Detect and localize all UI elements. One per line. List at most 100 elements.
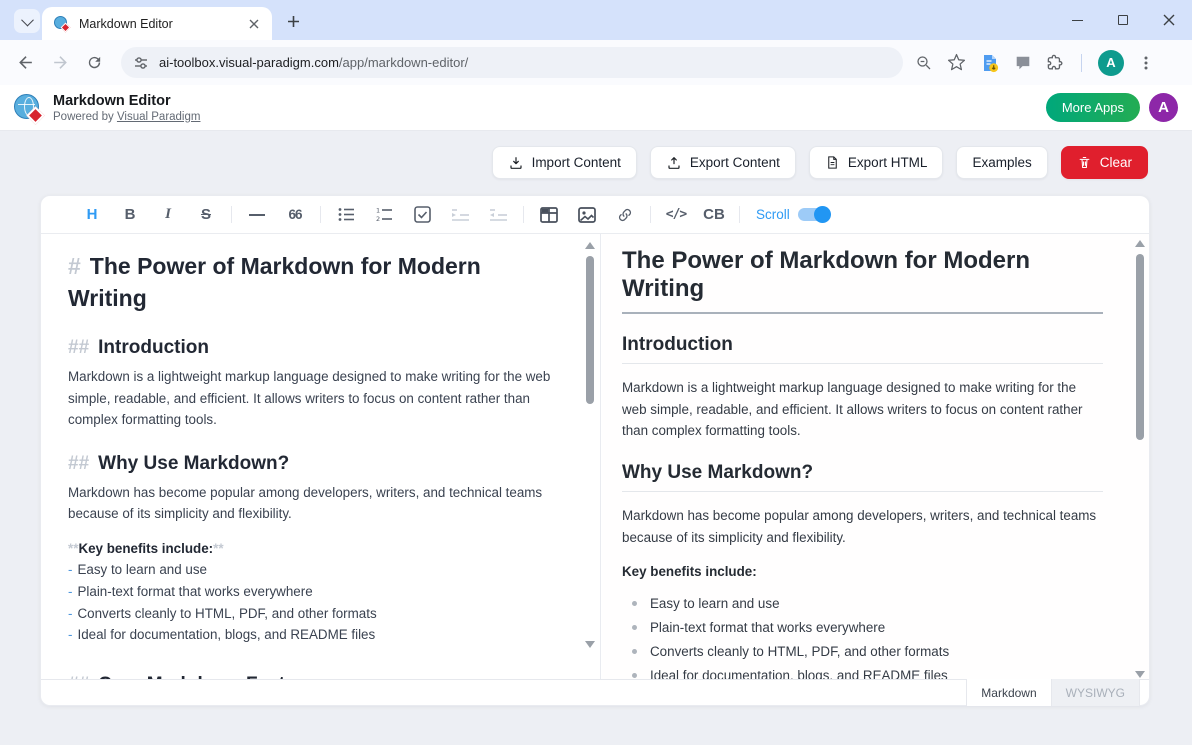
preview-paragraph: Markdown is a lightweight markup languag… <box>622 377 1103 442</box>
image-icon <box>578 207 596 223</box>
source-h2-line: ##Introduction <box>68 337 556 359</box>
window-close-button[interactable] <box>1146 0 1192 40</box>
svg-text:2: 2 <box>376 215 380 222</box>
preview-bold-paragraph: Key benefits include: <box>622 561 1103 583</box>
source-h2-line: ##Why Use Markdown? <box>68 453 556 475</box>
scroll-up-arrow[interactable] <box>1135 240 1145 247</box>
toolbar-divider <box>739 206 740 223</box>
source-paragraph: Markdown is a lightweight markup languag… <box>68 366 556 430</box>
document-icon <box>825 155 840 170</box>
checkbox-icon <box>414 206 431 223</box>
maximize-icon <box>1118 15 1128 25</box>
new-tab-button[interactable] <box>284 12 302 30</box>
source-list-item: -Converts cleanly to HTML, PDF, and othe… <box>68 603 556 625</box>
browser-tab-markdown-editor[interactable]: Markdown Editor <box>42 7 272 40</box>
indent-icon <box>452 208 469 222</box>
svg-text:1: 1 <box>376 207 380 215</box>
source-list-item: -Easy to learn and use <box>68 559 556 581</box>
export-content-button[interactable]: Export Content <box>650 146 796 179</box>
actions-row: Import Content Export Content Export HTM… <box>0 146 1148 179</box>
preview-paragraph: Markdown has become popular among develo… <box>622 505 1103 548</box>
visual-paradigm-link[interactable]: Visual Paradigm <box>117 111 201 123</box>
inline-code-tool-button[interactable]: </> <box>657 203 695 227</box>
more-apps-button[interactable]: More Apps <box>1046 93 1140 122</box>
extension-doc-download-icon[interactable] <box>980 53 1000 73</box>
markdown-source-editor[interactable]: #The Power of Markdown for Modern Writin… <box>41 234 601 679</box>
preview-title: The Power of Markdown for Modern Writing <box>622 247 1103 314</box>
tab-close-icon[interactable] <box>246 16 262 32</box>
tab-wysiwyg[interactable]: WYSIWYG <box>1052 679 1140 706</box>
window-minimize-button[interactable] <box>1054 0 1100 40</box>
minimize-icon <box>1072 20 1083 21</box>
back-icon[interactable] <box>16 53 35 72</box>
bookmark-star-icon[interactable] <box>947 53 966 72</box>
table-tool-button[interactable] <box>530 203 568 227</box>
divider <box>1081 54 1082 72</box>
trash-icon <box>1077 155 1092 170</box>
strikethrough-tool-button[interactable]: S <box>187 203 225 227</box>
indent-tool-button <box>441 203 479 227</box>
markdown-toolbar: H B I S 66 12 </> <box>41 196 1149 234</box>
bold-tool-button[interactable]: B <box>111 203 149 227</box>
page-title: Markdown Editor <box>53 92 200 110</box>
scrollbar-thumb[interactable] <box>1136 254 1144 440</box>
numbered-list-icon: 12 <box>376 207 393 222</box>
ordered-list-tool-button[interactable]: 12 <box>365 203 403 227</box>
tab-title: Markdown Editor <box>79 17 246 31</box>
browser-menu-kebab-icon[interactable] <box>1138 55 1154 71</box>
horizontal-rule-icon <box>249 214 265 216</box>
scrollbar-thumb[interactable] <box>586 256 594 404</box>
source-scrollbar[interactable] <box>584 242 596 648</box>
reload-icon[interactable] <box>86 54 103 71</box>
unordered-list-tool-button[interactable] <box>327 203 365 227</box>
export-icon <box>666 155 682 171</box>
preview-heading: Why Use Markdown? <box>622 462 1103 492</box>
scroll-up-arrow[interactable] <box>585 242 595 249</box>
forward-icon[interactable] <box>51 53 70 72</box>
source-bold-line: **Key benefits include:** <box>68 541 556 556</box>
italic-tool-button[interactable]: I <box>149 203 187 227</box>
toolbar-divider <box>650 206 651 223</box>
source-paragraph: Markdown has become popular among develo… <box>68 482 556 524</box>
import-content-button[interactable]: Import Content <box>492 146 637 179</box>
editor-panes: #The Power of Markdown for Modern Writin… <box>41 234 1149 679</box>
bullet-list-icon <box>338 207 355 222</box>
browser-tabstrip: Markdown Editor <box>0 0 1192 40</box>
list-item: Converts cleanly to HTML, PDF, and other… <box>628 644 1103 659</box>
link-tool-button[interactable] <box>606 203 644 227</box>
horizontal-rule-tool-button[interactable] <box>238 203 276 227</box>
export-html-button[interactable]: Export HTML <box>809 146 944 179</box>
tab-markdown[interactable]: Markdown <box>966 679 1051 706</box>
source-list-item: -Plain-text format that works everywhere <box>68 581 556 603</box>
image-tool-button[interactable] <box>568 203 606 227</box>
url-bar[interactable]: ai-toolbox.visual-paradigm.com/app/markd… <box>121 47 903 78</box>
list-item: Easy to learn and use <box>628 596 1103 611</box>
tab-search-button[interactable] <box>14 9 40 33</box>
heading-tool-button[interactable]: H <box>73 203 111 227</box>
user-avatar[interactable]: A <box>1149 93 1178 122</box>
editor-card: H B I S 66 12 </> <box>40 195 1150 706</box>
zoom-out-icon[interactable] <box>915 54 933 72</box>
toolbar-divider <box>523 206 524 223</box>
clear-button[interactable]: Clear <box>1061 146 1148 179</box>
task-list-tool-button[interactable] <box>403 203 441 227</box>
comment-bubble-icon[interactable] <box>1014 54 1032 72</box>
tune-icon[interactable] <box>133 55 149 71</box>
browser-profile-avatar[interactable]: A <box>1098 50 1124 76</box>
code-block-tool-button[interactable]: CB <box>695 203 733 227</box>
scroll-sync-toggle[interactable] <box>798 208 830 221</box>
app-header: Markdown Editor Powered by Visual Paradi… <box>0 85 1192 131</box>
blockquote-tool-button[interactable]: 66 <box>276 203 314 227</box>
examples-button[interactable]: Examples <box>956 146 1047 179</box>
scroll-down-arrow[interactable] <box>585 641 595 648</box>
table-icon <box>540 207 558 223</box>
extensions-puzzle-icon[interactable] <box>1046 53 1065 72</box>
preview-scrollbar[interactable] <box>1134 240 1146 678</box>
editor-bottom-bar: Markdown WYSIWYG <box>41 679 1149 705</box>
scroll-down-arrow[interactable] <box>1135 671 1145 678</box>
window-maximize-button[interactable] <box>1100 0 1146 40</box>
list-item: Ideal for documentation, blogs, and READ… <box>628 668 1103 679</box>
markdown-preview-pane[interactable]: The Power of Markdown for Modern Writing… <box>602 234 1149 679</box>
close-icon <box>1163 14 1175 26</box>
import-icon <box>508 155 524 171</box>
